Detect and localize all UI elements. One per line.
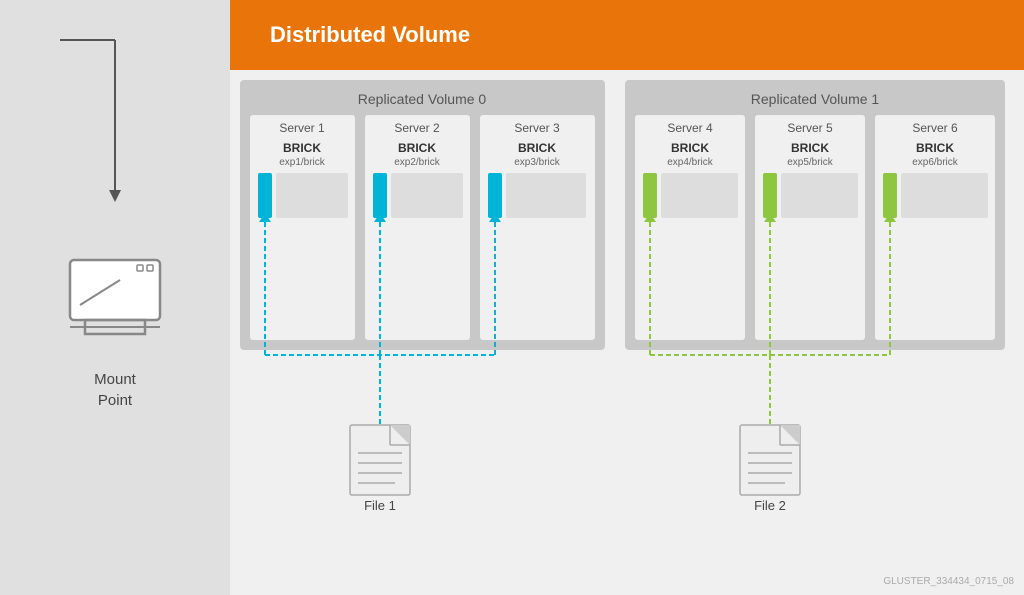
mount-point-label: MountPoint (94, 369, 136, 411)
header-title: Distributed Volume (270, 22, 470, 48)
svg-text:exp2/brick: exp2/brick (394, 157, 441, 168)
svg-text:BRICK: BRICK (671, 141, 709, 155)
svg-text:Server 5: Server 5 (787, 121, 833, 135)
svg-text:exp5/brick: exp5/brick (787, 157, 834, 168)
svg-text:exp4/brick: exp4/brick (667, 157, 714, 168)
svg-text:Replicated Volume 1: Replicated Volume 1 (751, 91, 880, 107)
svg-text:Server 3: Server 3 (514, 121, 560, 135)
left-panel: MountPoint (0, 0, 230, 595)
watermark: GLUSTER_334434_0715_08 (883, 576, 1014, 587)
svg-text:exp1/brick: exp1/brick (279, 157, 326, 168)
svg-text:BRICK: BRICK (791, 141, 829, 155)
diagram-wrapper: Distributed Volume MountPoint (0, 0, 1024, 595)
svg-text:exp3/brick: exp3/brick (514, 157, 561, 168)
svg-text:Server 4: Server 4 (667, 121, 713, 135)
svg-text:Server 2: Server 2 (394, 121, 440, 135)
svg-text:File 2: File 2 (754, 498, 786, 513)
svg-text:BRICK: BRICK (518, 141, 556, 155)
svg-text:exp6/brick: exp6/brick (912, 157, 959, 168)
svg-text:Server 6: Server 6 (912, 121, 958, 135)
svg-text:File 1: File 1 (364, 498, 396, 513)
svg-text:BRICK: BRICK (283, 141, 321, 155)
svg-text:BRICK: BRICK (398, 141, 436, 155)
monitor-icon (65, 255, 165, 345)
svg-text:Replicated Volume 0: Replicated Volume 0 (358, 91, 487, 107)
header-bar: Distributed Volume (230, 0, 1024, 70)
main-svg: Replicated Volume 0 Server 1 BRICK exp1/… (230, 70, 1024, 595)
connector-svg (0, 0, 230, 220)
svg-text:Server 1: Server 1 (279, 121, 325, 135)
svg-text:BRICK: BRICK (916, 141, 954, 155)
